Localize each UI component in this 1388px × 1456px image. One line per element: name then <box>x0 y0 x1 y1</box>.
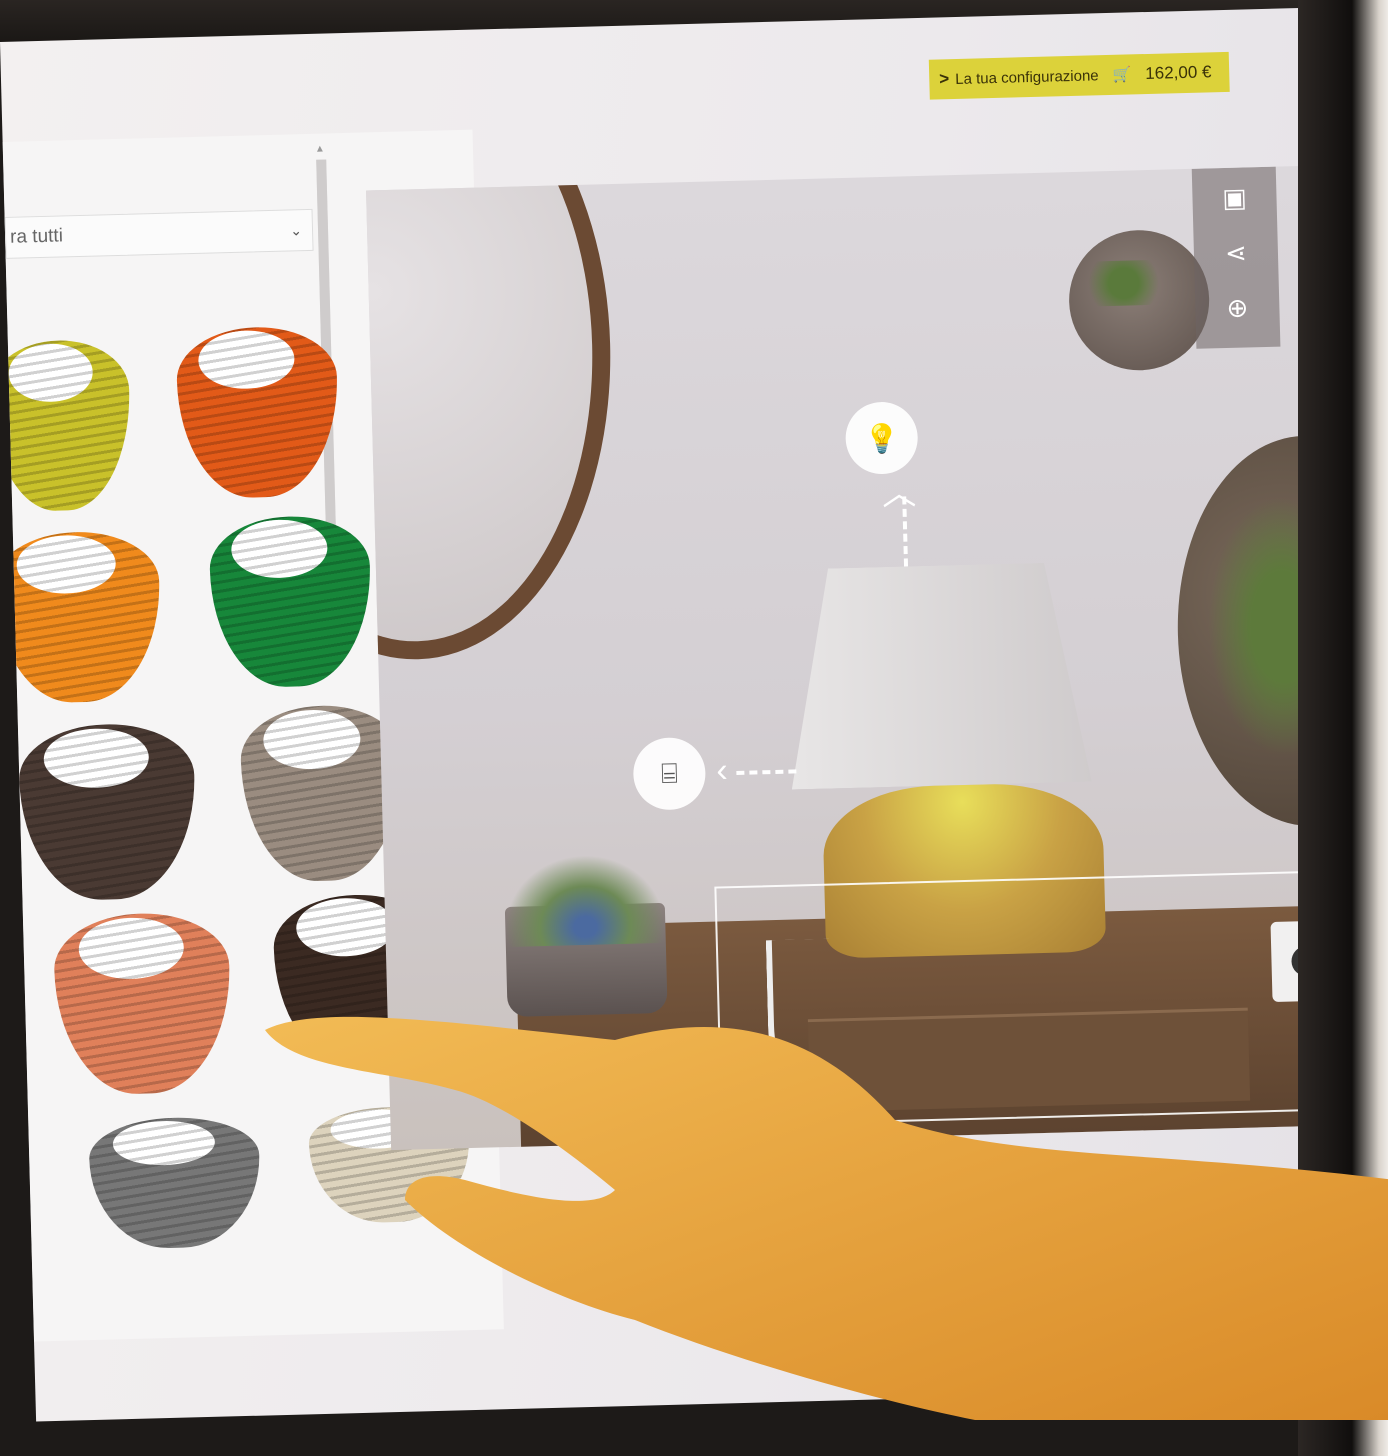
lamp-shade[interactable] <box>786 562 1092 790</box>
round-mirror <box>366 164 619 665</box>
filter-select[interactable]: ra tutti ⌄ <box>4 208 314 259</box>
chevron-right-icon: > <box>939 69 950 89</box>
bulb-hotspot[interactable]: 💡 <box>844 401 919 475</box>
chevron-down-icon: ⌄ <box>290 221 303 238</box>
scroll-up-arrow-icon[interactable]: ▲ <box>315 144 325 155</box>
swatch-houndstooth[interactable] <box>88 1115 262 1251</box>
swatch-salmon[interactable] <box>52 911 233 1096</box>
image-icon[interactable]: ▣ <box>1192 177 1277 219</box>
configuration-label: La tua configurazione <box>955 66 1099 88</box>
swatch-yellow-green[interactable] <box>0 338 133 513</box>
configuration-price: 162,00 € <box>1145 62 1212 84</box>
pointing-hand <box>265 1016 1388 1420</box>
swatch-orange-red[interactable] <box>175 325 340 500</box>
up-arrow-icon: ︿ <box>881 474 917 514</box>
shade-hotspot-icon: ⌸ <box>660 757 679 789</box>
shade-pointer-line <box>736 769 797 775</box>
cart-icon: 🛒 <box>1112 66 1132 84</box>
photo-frame: > La tua configurazione 🛒 162,00 € ▲ ra … <box>0 0 1388 1456</box>
configuration-button[interactable]: > La tua configurazione 🛒 162,00 € <box>928 51 1230 100</box>
share-icon[interactable]: ⋖ <box>1193 232 1278 274</box>
filter-select-value: ra tutti <box>9 225 64 248</box>
swatch-orange[interactable] <box>0 530 163 705</box>
succulent-plant <box>503 852 666 948</box>
shade-hotspot[interactable]: ⌸ <box>632 736 707 811</box>
swatch-dark-brown[interactable] <box>17 722 198 902</box>
image-tools: ▣ ⋖ ⊕ <box>1191 166 1281 349</box>
zoom-in-icon[interactable]: ⊕ <box>1195 287 1280 329</box>
wall-planter <box>1067 228 1211 373</box>
bulb-hotspot-icon: 💡 <box>863 422 900 455</box>
swatch-green[interactable] <box>208 514 373 689</box>
left-arrow-icon: ‹ <box>715 751 729 790</box>
